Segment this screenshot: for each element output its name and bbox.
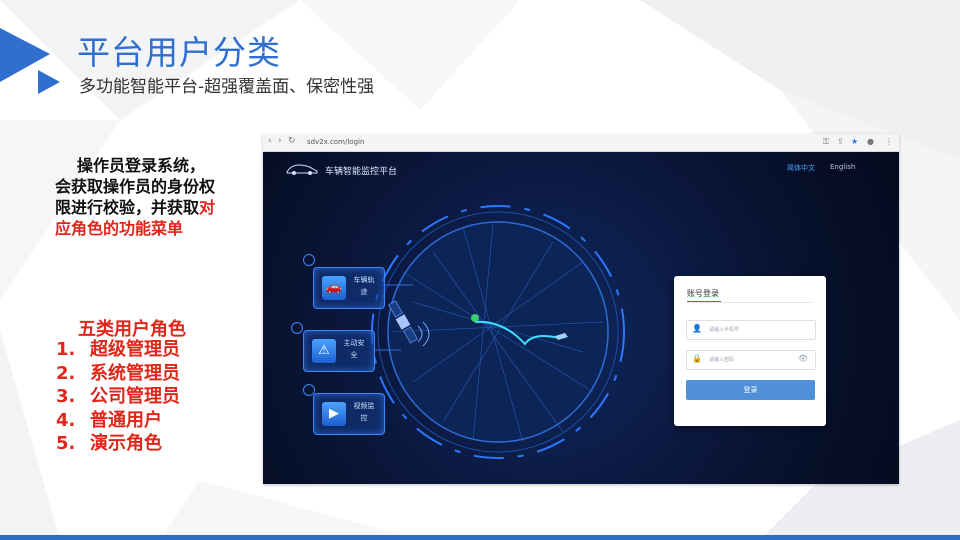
login-page: 车辆智能监控平台 简体中文 English 🚗 车辆轨迹 ⚠ 主动安全 ▶ 视频… [263,152,899,484]
account-login-tab[interactable]: 账号登录 [687,288,719,299]
feature-dot [291,322,303,334]
role-label: 超级管理员 [90,339,180,360]
role-label: 普通用户 [90,409,162,431]
alarm-icon: ⚠ [312,339,336,363]
active-tab-indicator [687,301,721,302]
slide-title: 平台用户分类 [77,33,281,72]
browser-toolbar: ‹ › ↻ sdv2x.com/login ⚿ ⇪ ★ ● ⋮ [263,134,899,152]
menu-icon[interactable]: ⋮ [885,137,893,146]
feature-label: 视频监控 [353,402,375,422]
feature-card-active-safety: ⚠ 主动安全 [303,330,375,372]
feature-card-video-monitor: ▶ 视频监控 [313,393,385,435]
role-item: 5. 演示角色 [56,432,180,456]
role-label: 演示角色 [90,433,162,454]
role-number: 1. [56,339,76,360]
role-item: 1. 超级管理员 [56,338,180,362]
feature-card-vehicle-track: 🚗 车辆轨迹 [313,267,385,309]
lang-english-link[interactable]: English [830,163,855,171]
password-field: 🔒 👁 [686,350,816,370]
role-label: 系统管理员 [90,362,180,384]
feature-label: 主动安全 [343,339,365,359]
back-icon[interactable]: ‹ [268,136,272,146]
role-label: 公司管理员 [90,386,180,407]
feature-dot [303,254,315,266]
slide-subtitle: 多功能智能平台-超强覆盖面、保密性强 [79,77,375,97]
roles-list: 1. 超级管理员 2. 系统管理员 3. 公司管理员 4. 普通用户 5. 演示角色 [56,338,180,456]
share-icon[interactable]: ⇪ [837,137,844,146]
video-icon: ▶ [322,402,346,426]
login-button[interactable]: 登录 [686,380,815,400]
login-card: 账号登录 👤 🔒 👁 登录 [674,276,826,426]
role-number: 3. [56,386,76,407]
password-input[interactable] [709,353,795,366]
feature-dot [303,384,315,396]
browser-screenshot: ‹ › ↻ sdv2x.com/login ⚿ ⇪ ★ ● ⋮ 车辆智能监控平台… [263,134,899,484]
title-triangle-small [38,70,60,94]
key-icon[interactable]: ⚿ [823,137,829,147]
star-icon[interactable]: ★ [851,137,858,146]
eye-icon[interactable]: 👁 [798,354,808,363]
tab-divider [687,302,813,303]
description-text: 操作员登录系统，会获取操作员的身份权限进行校验，并获取 [55,156,216,217]
bottom-bar [0,535,960,540]
role-number: 4. [56,409,76,431]
reload-icon[interactable]: ↻ [288,136,296,146]
car-icon: 🚗 [322,276,346,300]
forward-icon[interactable]: › [278,136,282,146]
feature-label: 车辆轨迹 [353,276,375,296]
lock-icon: 🔒 [692,354,702,363]
user-icon: 👤 [692,324,702,333]
role-item: 2. 系统管理员 [56,362,180,386]
login-description: 操作员登录系统，会获取操作员的身份权限进行校验，并获取对应角色的功能菜单 [55,155,220,239]
lang-chinese-link[interactable]: 简体中文 [787,163,815,173]
username-field: 👤 [686,320,816,340]
username-input[interactable] [709,323,795,336]
role-item: 3. 公司管理员 [56,385,180,409]
address-bar[interactable]: sdv2x.com/login [307,137,787,148]
role-number: 2. [56,362,76,384]
profile-icon[interactable]: ● [867,137,874,146]
role-item: 4. 普通用户 [56,409,180,433]
role-number: 5. [56,433,76,454]
